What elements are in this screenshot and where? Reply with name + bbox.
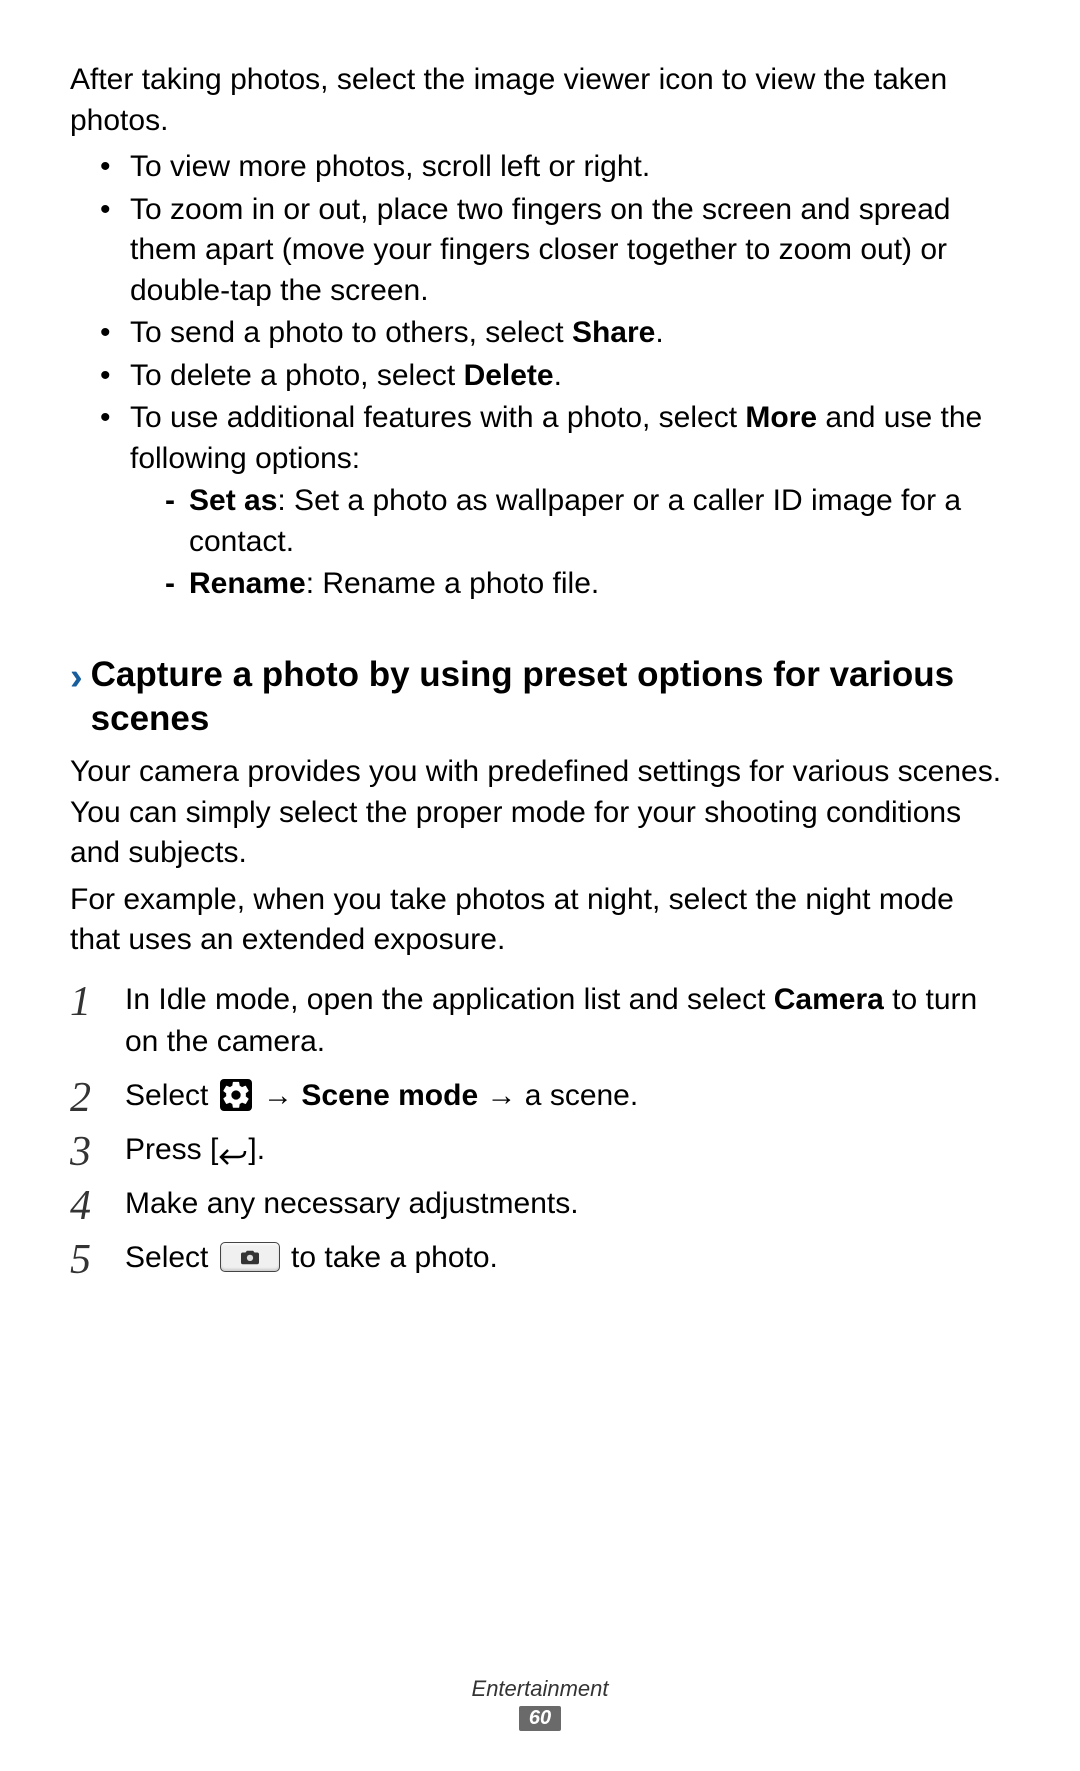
- bullet-item: To zoom in or out, place two fingers on …: [100, 190, 1010, 312]
- bold-text: Scene mode: [301, 1079, 478, 1112]
- section-heading: › Capture a photo by using preset option…: [70, 653, 1010, 743]
- bullet-item: To use additional features with a photo,…: [100, 398, 1010, 605]
- text: ].: [248, 1133, 265, 1166]
- text: →: [478, 1079, 525, 1112]
- footer-section-label: Entertainment: [472, 1676, 609, 1702]
- bold-text: Camera: [774, 983, 884, 1016]
- step-item: Select → Scene mode → a scene.: [70, 1075, 1010, 1117]
- text: Select: [125, 1079, 217, 1112]
- text: .: [554, 359, 562, 392]
- text: .: [655, 316, 663, 349]
- back-icon: [218, 1138, 248, 1160]
- bold-text: Delete: [464, 359, 554, 392]
- text: Select: [125, 1241, 217, 1274]
- intro-paragraph: After taking photos, select the image vi…: [70, 60, 1010, 141]
- camera-icon: [220, 1242, 280, 1272]
- bold-text: Rename: [189, 567, 306, 600]
- bullet-item: To send a photo to others, select Share.: [100, 313, 1010, 354]
- numbered-steps: In Idle mode, open the application list …: [70, 979, 1010, 1279]
- dash-item: Set as: Set a photo as wallpaper or a ca…: [165, 481, 1010, 562]
- step-item: Select to take a photo.: [70, 1237, 1010, 1279]
- dash-list: Set as: Set a photo as wallpaper or a ca…: [130, 481, 1010, 605]
- page-content: After taking photos, select the image vi…: [0, 0, 1080, 1279]
- text: Press [: [125, 1133, 218, 1166]
- page-number: 60: [519, 1706, 561, 1731]
- text: to take a photo.: [283, 1241, 498, 1274]
- text: To delete a photo, select: [130, 359, 464, 392]
- bold-text: More: [745, 401, 817, 434]
- step-item: In Idle mode, open the application list …: [70, 979, 1010, 1063]
- page-footer: Entertainment 60: [0, 1676, 1080, 1731]
- body-paragraph: For example, when you take photos at nig…: [70, 880, 1010, 961]
- text: To use additional features with a photo,…: [130, 401, 745, 434]
- bullet-item: To view more photos, scroll left or righ…: [100, 147, 1010, 188]
- step-item: Press [].: [70, 1129, 1010, 1171]
- text: To send a photo to others, select: [130, 316, 572, 349]
- text: In Idle mode, open the application list …: [125, 983, 774, 1016]
- text: : Set a photo as wallpaper or a caller I…: [189, 484, 961, 558]
- text: →: [255, 1079, 302, 1112]
- step-item: Make any necessary adjustments.: [70, 1183, 1010, 1225]
- bold-text: Share: [572, 316, 655, 349]
- bold-text: Set as: [189, 484, 277, 517]
- heading-text: Capture a photo by using preset options …: [91, 653, 1010, 743]
- text: a scene.: [525, 1079, 638, 1112]
- bullet-item: To delete a photo, select Delete.: [100, 356, 1010, 397]
- chevron-icon: ›: [70, 653, 83, 702]
- settings-icon: [220, 1079, 252, 1111]
- dash-item: Rename: Rename a photo file.: [165, 564, 1010, 605]
- bullet-list: To view more photos, scroll left or righ…: [70, 147, 1010, 605]
- body-paragraph: Your camera provides you with predefined…: [70, 752, 1010, 874]
- text: : Rename a photo file.: [306, 567, 600, 600]
